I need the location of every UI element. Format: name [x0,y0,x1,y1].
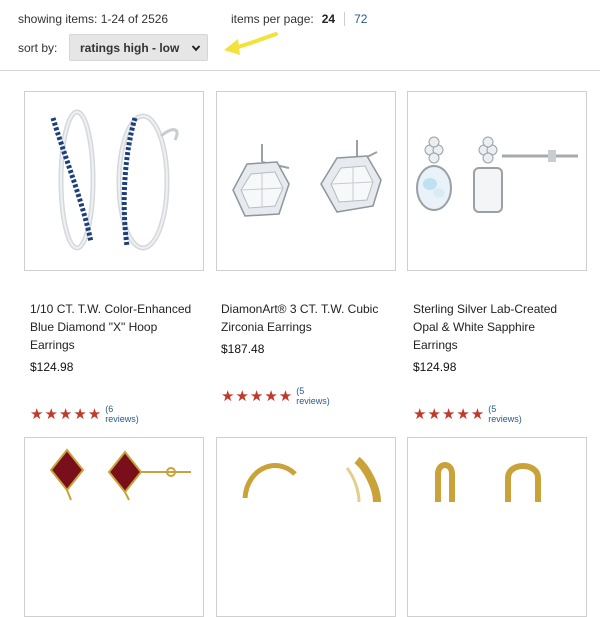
product-image-gold-hoops[interactable] [216,437,396,617]
product-image-opal-earrings[interactable] [407,91,587,271]
items-per-page: items per page: 24 72 [231,12,367,26]
sort-select-value: ratings high - low [80,40,180,55]
product-price: $124.98 [30,360,74,374]
product-rating: ★★★★★ (6 reviews) [30,404,139,424]
chevron-down-icon [191,42,201,56]
rating-stars-icon: ★★★★★ [221,387,294,405]
per-page-option-24[interactable]: 24 [322,12,335,26]
per-page-separator [344,12,346,26]
sort-select[interactable]: ratings high - low [69,34,208,61]
rating-stars-icon: ★★★★★ [30,405,103,423]
product-price: $187.48 [221,342,265,356]
product-image-red-gem-earrings[interactable] [24,437,204,617]
reviews-link[interactable]: (5 reviews) [296,386,330,406]
annotation-arrow-icon [224,32,278,55]
product-price: $124.98 [413,360,457,374]
showing-items-text: showing items: 1-24 of 2526 [18,12,169,26]
toolbar-divider [0,70,600,71]
per-page-option-72[interactable]: 72 [354,12,367,26]
product-title[interactable]: Sterling Silver Lab-Created Opal & White… [413,300,583,354]
product-image-cz-earrings[interactable] [216,91,396,271]
sort-by-label: sort by: [18,41,58,55]
product-image-blue-diamond-hoops[interactable] [24,91,204,271]
reviews-link[interactable]: (5 reviews) [488,404,522,424]
product-title[interactable]: DiamonArt® 3 CT. T.W. Cubic Zirconia Ear… [221,300,391,336]
items-per-page-label: items per page: [231,12,314,26]
product-rating: ★★★★★ (5 reviews) [413,404,522,424]
product-title[interactable]: 1/10 CT. T.W. Color-Enhanced Blue Diamon… [30,300,200,354]
product-image-gold-drop-earrings[interactable] [407,437,587,617]
product-rating: ★★★★★ (5 reviews) [221,386,330,406]
rating-stars-icon: ★★★★★ [413,405,486,423]
reviews-link[interactable]: (6 reviews) [105,404,139,424]
